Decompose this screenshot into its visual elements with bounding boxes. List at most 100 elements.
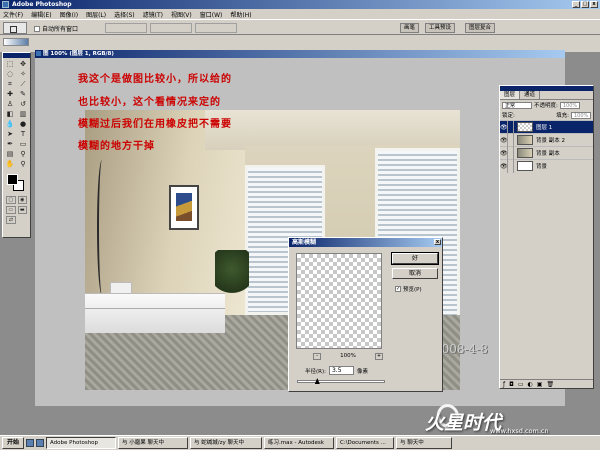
quick-launch-ie-icon[interactable] — [26, 439, 34, 447]
auto-select-option[interactable]: 自动所有窗口 — [34, 24, 78, 33]
radius-label: 半径(R): — [305, 368, 326, 375]
layer-row[interactable]: 👁 背景 副本 — [500, 146, 593, 160]
quick-mask-icon[interactable]: ◉ — [17, 196, 27, 204]
taskbar-task[interactable]: C:\Documents ... — [336, 437, 394, 449]
layer-link-toggle[interactable] — [508, 133, 514, 147]
lasso-tool-icon[interactable]: ◌ — [4, 70, 16, 79]
actual-pixels-button[interactable] — [195, 23, 237, 33]
layer-link-toggle[interactable] — [508, 159, 514, 173]
healing-brush-icon[interactable]: ✚ — [4, 90, 16, 99]
preview-option[interactable]: ✓ 预览(P) — [395, 285, 422, 293]
radius-input[interactable]: 3.5 — [328, 366, 354, 375]
blur-tool-icon[interactable]: 💧 — [4, 120, 16, 129]
type-tool-icon[interactable]: T — [17, 130, 29, 139]
dialog-title-bar[interactable]: 高斯模糊 x — [289, 238, 442, 247]
move-tool-icon[interactable]: ✥ — [17, 60, 29, 69]
zoom-out-button[interactable]: - — [313, 352, 321, 360]
hand-tool-icon[interactable]: ✋ — [4, 160, 16, 169]
taskbar-task[interactable]: 与 小磨果 聊天中 — [118, 437, 188, 449]
brush-tool-icon[interactable]: ✎ — [17, 90, 29, 99]
menu-file[interactable]: 文件(F) — [3, 10, 23, 19]
dialog-close-button[interactable]: x — [434, 239, 441, 245]
minimize-button[interactable]: _ — [572, 1, 580, 8]
magic-wand-tool-icon[interactable]: ✧ — [17, 70, 29, 79]
tab-channels[interactable]: 通道 — [520, 91, 541, 99]
crop-tool-icon[interactable]: ⌗ — [4, 80, 16, 89]
visibility-eye-icon[interactable]: 👁 — [500, 159, 508, 173]
visibility-eye-icon[interactable]: 👁 — [500, 146, 508, 160]
opacity-input[interactable]: 100% — [559, 101, 580, 109]
print-size-button[interactable] — [150, 23, 192, 33]
layer-row[interactable]: 👁 图层 1 — [500, 120, 593, 134]
zoom-in-button[interactable]: + — [374, 352, 383, 360]
menu-filter[interactable]: 滤镜(T) — [143, 10, 163, 19]
visibility-eye-icon[interactable]: 👁 — [500, 120, 508, 134]
photoshop-icon — [2, 1, 9, 8]
adjustment-layer-icon[interactable]: ◐ — [528, 381, 533, 388]
standard-mode-icon[interactable]: ▢ — [6, 196, 16, 204]
layer-mask-icon[interactable]: ◘ — [509, 381, 514, 388]
layer-link-toggle[interactable] — [508, 120, 514, 134]
fit-screen-button[interactable] — [105, 23, 147, 33]
new-layer-icon[interactable]: ▣ — [537, 381, 543, 388]
layer-row[interactable]: 👁 背景 副本 2 — [500, 133, 593, 147]
eyedropper-icon[interactable]: ⚲ — [17, 150, 29, 159]
palette-well-tool-presets[interactable]: 工具预设 — [425, 23, 456, 33]
shape-tool-icon[interactable]: ▭ — [17, 140, 29, 149]
preview-checkbox[interactable]: ✓ — [395, 286, 401, 292]
blend-mode-select[interactable]: 正常 — [502, 101, 532, 109]
layer-style-icon[interactable]: ƒ — [503, 381, 505, 388]
menu-view[interactable]: 视图(V) — [171, 10, 192, 19]
tool-preset-picker[interactable] — [3, 22, 27, 34]
menu-image[interactable]: 图像(I) — [60, 10, 78, 19]
taskbar-task[interactable]: 练习.max - Autodesk — [264, 437, 334, 449]
radius-slider-thumb[interactable] — [314, 378, 320, 384]
zoom-tool-icon[interactable]: ⚲ — [17, 160, 29, 169]
taskbar-task[interactable]: 与 蛇缄城/zy 聊天中 — [190, 437, 262, 449]
document-title-bar[interactable]: 图 100% (图层 1, RGB/8) — [35, 50, 565, 58]
layer-row[interactable]: 👁 背景 — [500, 159, 593, 173]
menu-edit[interactable]: 编辑(E) — [31, 10, 51, 19]
menu-help[interactable]: 帮助(H) — [230, 10, 251, 19]
menu-select[interactable]: 选择(S) — [114, 10, 135, 19]
auto-select-checkbox[interactable] — [34, 25, 40, 32]
history-brush-icon[interactable]: ↺ — [17, 100, 29, 109]
ok-button[interactable]: 好 — [391, 252, 439, 265]
gradient-tool-icon[interactable]: ▥ — [17, 110, 29, 119]
radius-slider[interactable] — [297, 378, 385, 384]
taskbar-task[interactable]: Adobe Photoshop — [46, 437, 116, 449]
eraser-tool-icon[interactable]: ◧ — [4, 110, 16, 119]
slice-tool-icon[interactable]: ⟋ — [17, 80, 29, 89]
pen-tool-icon[interactable]: ✒ — [4, 140, 16, 149]
layer-set-icon[interactable]: ▭ — [518, 381, 524, 388]
close-button[interactable]: x — [590, 1, 598, 8]
jump-to-imageready-icon[interactable]: ⇄ — [6, 216, 16, 224]
layer-link-toggle[interactable] — [508, 146, 514, 160]
taskbar-task[interactable]: 与 聊天中 — [396, 437, 452, 449]
screen-mode-standard-icon[interactable]: ▭ — [6, 206, 16, 214]
screen-mode-full-icon[interactable]: ▬ — [17, 206, 27, 214]
path-select-icon[interactable]: ➤ — [4, 130, 16, 139]
cancel-button[interactable]: 取消 — [392, 268, 438, 279]
tab-layers[interactable]: 图层 — [500, 91, 521, 99]
palette-well-brushes[interactable]: 画笔 — [400, 23, 420, 33]
auto-select-label: 自动所有窗口 — [42, 26, 79, 33]
visibility-eye-icon[interactable]: 👁 — [500, 133, 508, 147]
notes-tool-icon[interactable]: ▤ — [4, 150, 16, 159]
marquee-tool-icon[interactable]: ⬚ — [4, 60, 16, 69]
clone-stamp-icon[interactable]: ♙ — [4, 100, 16, 109]
palette-well-layer-comps[interactable]: 图层复合 — [465, 23, 496, 33]
blur-preview[interactable] — [296, 253, 382, 349]
window-controls: _ □ x — [572, 1, 598, 8]
brush-preview[interactable] — [3, 38, 29, 46]
menu-layer[interactable]: 图层(L) — [86, 10, 106, 19]
fill-input[interactable]: 100% — [571, 111, 591, 119]
menu-window[interactable]: 窗口(W) — [200, 10, 223, 19]
dodge-tool-icon[interactable]: ● — [17, 120, 29, 129]
maximize-button[interactable]: □ — [581, 1, 589, 8]
preview-label: 预览(P) — [403, 287, 422, 293]
foreground-color[interactable] — [7, 174, 18, 185]
start-button[interactable]: 开始 — [2, 437, 24, 449]
quick-launch-desktop-icon[interactable] — [36, 439, 44, 447]
delete-layer-icon[interactable]: 🗑 — [546, 381, 554, 388]
